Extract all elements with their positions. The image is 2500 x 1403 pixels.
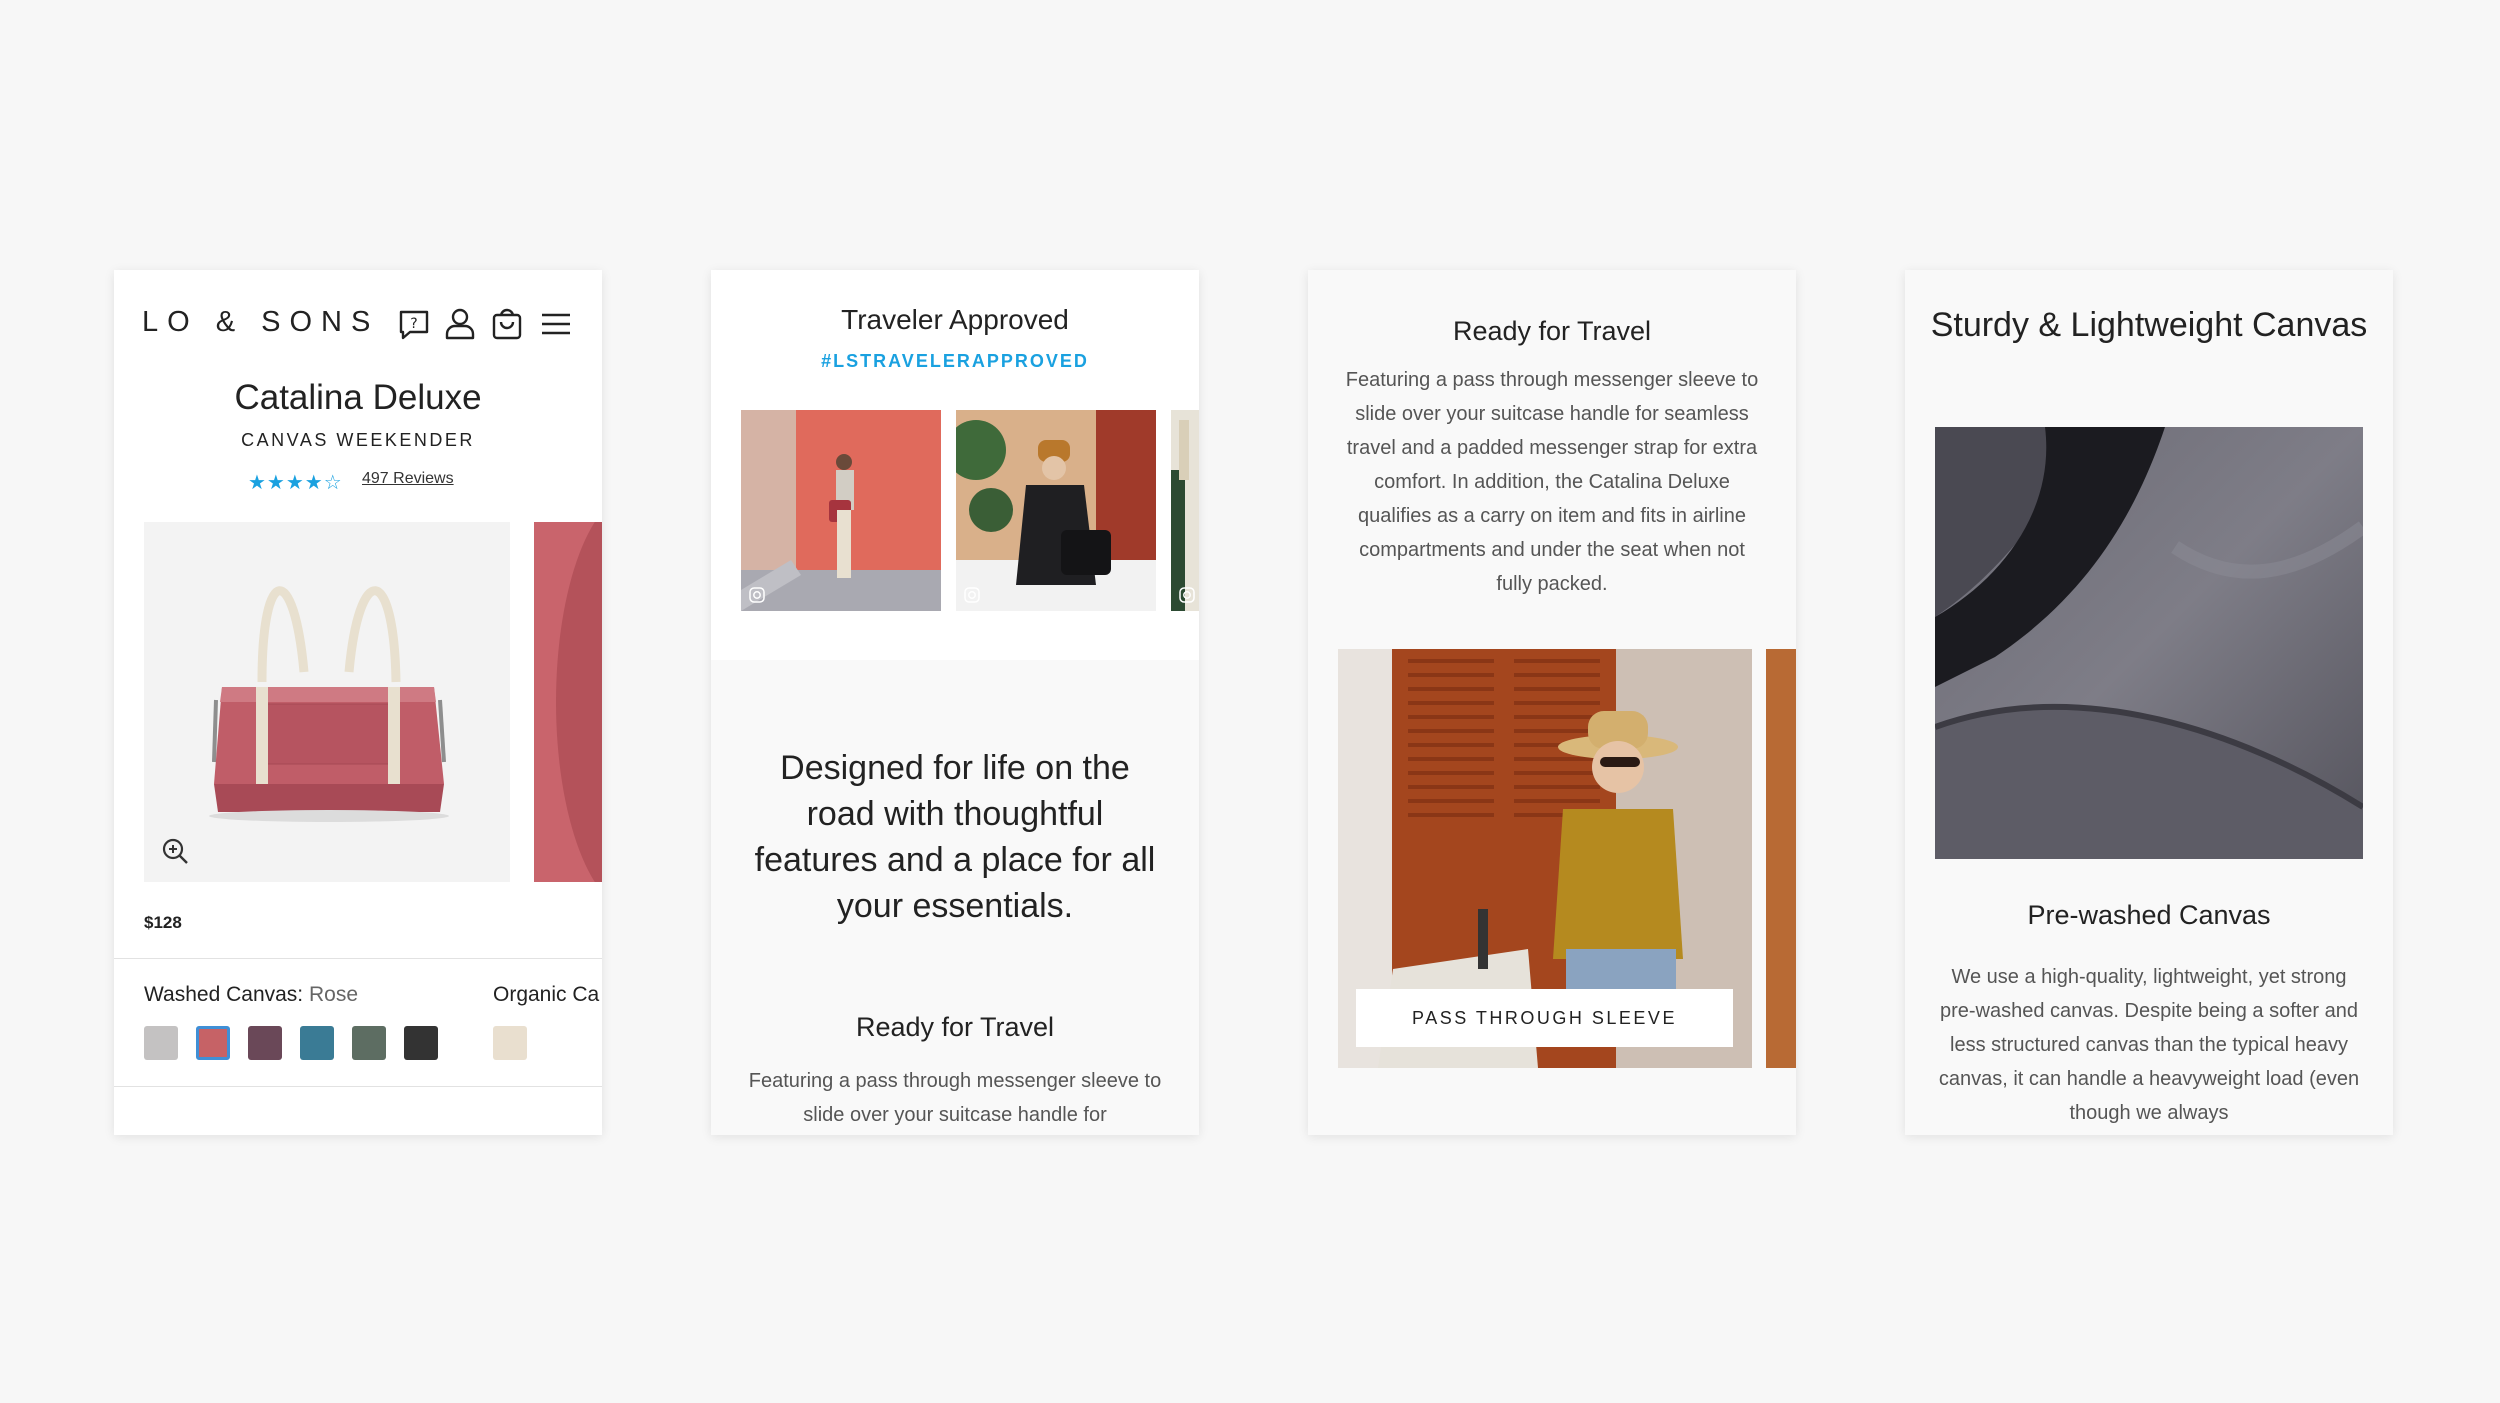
swatch-teal[interactable] <box>300 1026 334 1060</box>
swatch-grey[interactable] <box>144 1026 178 1060</box>
product-image-next[interactable] <box>534 522 602 882</box>
swatch-black[interactable] <box>404 1026 438 1060</box>
section-text: Featuring a pass through messenger sleev… <box>1345 369 1759 595</box>
photo-canvas-texture <box>1935 427 2363 859</box>
travel-feature-card: Ready for Travel Featuring a pass throug… <box>1308 270 1796 1135</box>
help-icon[interactable]: ? <box>396 306 432 342</box>
card-title: Sturdy & Lightweight Canvas <box>1930 306 2368 344</box>
canvas-photo[interactable] <box>1935 427 2363 859</box>
brand-logo[interactable]: LO & SONS <box>142 306 379 339</box>
rating-stars: ★★★★☆ <box>248 472 343 494</box>
traveler-card: Traveler Approved #LSTRAVELERAPPROVED De… <box>711 270 1199 1135</box>
instagram-icon <box>749 587 765 603</box>
photo-woman-black-jacket <box>956 410 1156 611</box>
section-title: Pre-washed Canvas <box>2027 900 2271 930</box>
instagram-icon <box>964 587 980 603</box>
product-price: $128 <box>144 913 182 932</box>
product-image[interactable] <box>144 522 510 882</box>
swatch-group-washed-label: Washed Canvas: Rose <box>144 983 358 1007</box>
bag-illustration <box>209 586 449 822</box>
photo-woman-red-wall <box>741 410 941 611</box>
section-text: Featuring a pass through messenger sleev… <box>748 1070 1162 1126</box>
instagram-icon <box>1179 587 1195 603</box>
product-subtitle: CANVAS WEEKENDER <box>241 430 475 450</box>
reviews-link[interactable]: 497 Reviews <box>362 470 454 488</box>
cart-icon[interactable] <box>489 306 525 342</box>
canvas-feature-card: Sturdy & Lightweight Canvas Pre-washed C… <box>1905 270 2393 1135</box>
photo-partial <box>1171 410 1199 611</box>
instagram-photo[interactable] <box>956 410 1156 611</box>
swatch-sage[interactable] <box>352 1026 386 1060</box>
swatch-selected-value: Rose <box>308 983 359 1006</box>
section-title: Ready for Travel <box>855 1012 1055 1042</box>
feature-headline: Designed for life on the road with thoug… <box>754 749 1156 925</box>
product-card: LO & SONS ? Catalina Deluxe CANVAS WEEKE… <box>114 270 602 1135</box>
instagram-photo[interactable] <box>1171 410 1199 611</box>
instagram-photo[interactable] <box>741 410 941 611</box>
account-icon[interactable] <box>442 306 478 342</box>
product-title: Catalina Deluxe <box>234 378 482 417</box>
image-shade <box>556 522 602 882</box>
traveler-hashtag[interactable]: #LSTRAVELERAPPROVED <box>711 351 1199 372</box>
feature-photo-next[interactable] <box>1766 649 1796 1068</box>
section-text: We use a high-quality, lightweight, yet … <box>1938 966 2360 1124</box>
zoom-icon[interactable] <box>160 836 190 866</box>
swatch-group-organic-label: Organic Ca <box>493 983 600 1006</box>
swatch-group-label: Washed Canvas: <box>144 983 304 1006</box>
divider <box>114 958 602 959</box>
traveler-title: Traveler Approved <box>841 304 1069 335</box>
menu-icon[interactable] <box>538 306 574 342</box>
swatch-plum[interactable] <box>248 1026 282 1060</box>
pass-through-sleeve-button[interactable]: PASS THROUGH SLEEVE <box>1356 989 1733 1047</box>
divider <box>114 1086 602 1087</box>
swatch-rose[interactable] <box>196 1026 230 1060</box>
swatch-natural[interactable] <box>493 1026 527 1060</box>
section-title: Ready for Travel <box>1452 316 1652 346</box>
svg-text:?: ? <box>410 316 417 332</box>
